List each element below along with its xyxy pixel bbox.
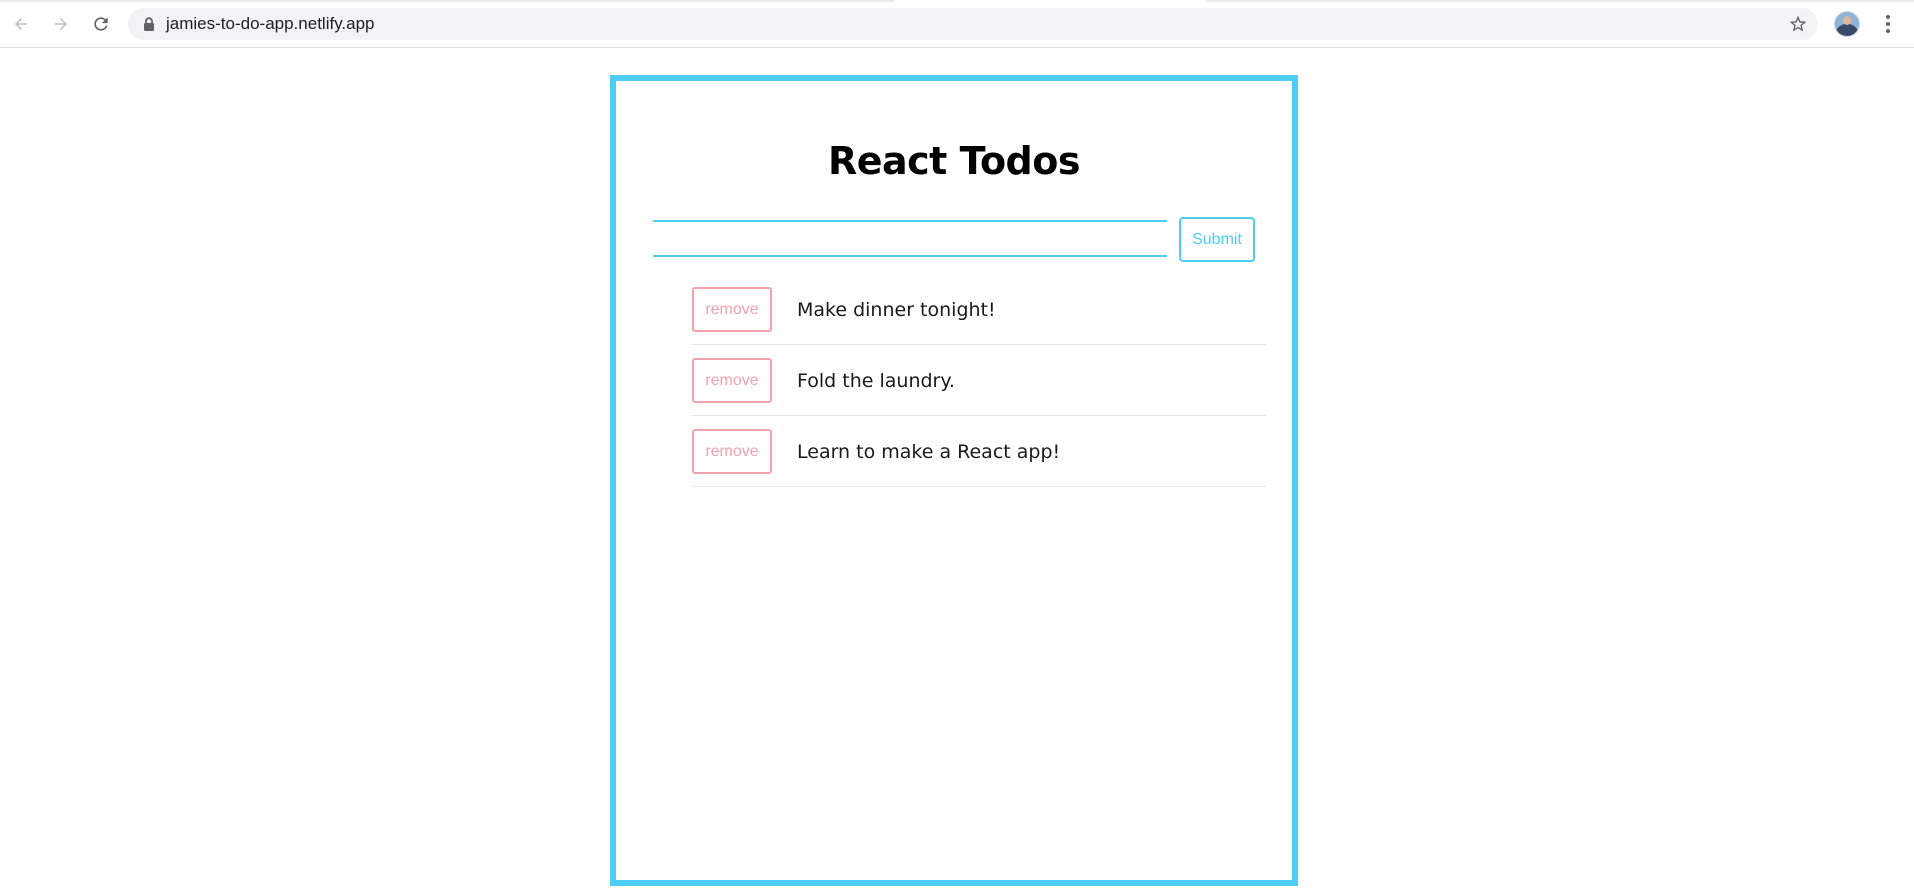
todo-input[interactable] — [653, 220, 1167, 257]
profile-avatar[interactable] — [1834, 11, 1860, 37]
todo-text: Fold the laundry. — [797, 369, 955, 392]
remove-button[interactable]: remove — [692, 358, 772, 403]
lock-icon[interactable] — [142, 17, 156, 31]
todo-form: Submit — [653, 217, 1258, 268]
tab-strip — [0, 0, 895, 2]
todo-list: remove Make dinner tonight! remove Fold … — [692, 275, 1266, 488]
todo-item: remove Learn to make a React app! — [692, 417, 1266, 487]
bookmark-star-icon[interactable] — [1788, 14, 1808, 34]
url-text[interactable]: jamies-to-do-app.netlify.app — [166, 14, 375, 34]
forward-button[interactable] — [46, 9, 76, 39]
arrow-right-icon — [55, 18, 67, 30]
kebab-menu-icon[interactable] — [1876, 11, 1900, 37]
todo-text: Learn to make a React app! — [797, 440, 1061, 463]
remove-button[interactable]: remove — [692, 287, 772, 332]
tab-strip — [1206, 0, 1914, 2]
arrow-left-icon — [15, 18, 27, 30]
address-bar[interactable]: jamies-to-do-app.netlify.app — [128, 8, 1818, 40]
todo-item: remove Make dinner tonight! — [692, 275, 1266, 345]
page-title: React Todos — [827, 139, 1081, 183]
todo-app-container: React Todos Submit remove Make dinner to… — [610, 75, 1298, 886]
reload-button[interactable] — [86, 9, 116, 39]
todo-text: Make dinner tonight! — [797, 298, 996, 321]
todo-item: remove Fold the laundry. — [692, 346, 1266, 416]
submit-button[interactable]: Submit — [1179, 217, 1255, 262]
browser-toolbar: jamies-to-do-app.netlify.app — [0, 0, 1914, 48]
remove-button[interactable]: remove — [692, 429, 772, 474]
back-button[interactable] — [6, 9, 36, 39]
reload-icon — [94, 17, 108, 31]
